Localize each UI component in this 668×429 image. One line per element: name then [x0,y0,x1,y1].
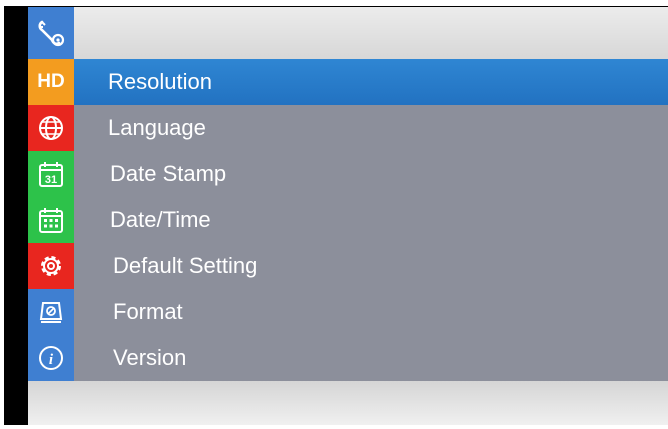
calendar-grid-icon [28,197,74,243]
gear-icon [28,243,74,289]
info-icon-text: i [49,352,54,368]
wrench-gear-icon [28,7,74,59]
calendar-31-text: 31 [45,174,57,186]
settings-footer [28,381,668,425]
menu-item-resolution[interactable]: HD Resolution [28,59,668,105]
menu-item-label: Date Stamp [110,161,227,186]
settings-screen: HD Resolution Language 31 Date Stamp Dat… [4,6,668,425]
hd-icon: HD [28,59,74,105]
menu-item-version[interactable]: i Version [28,335,668,381]
menu-item-label: Version [113,345,187,370]
settings-header [28,7,668,59]
menu-item-label: Resolution [108,69,212,94]
menu-item-label: Language [108,115,206,140]
hd-icon-text: HD [37,71,65,92]
menu-item-date-stamp[interactable]: 31 Date Stamp [28,151,668,197]
menu-item-format[interactable]: Format [28,289,668,335]
menu-item-language[interactable]: Language [28,105,668,151]
info-icon: i [28,335,74,381]
format-disk-icon [28,289,74,335]
globe-icon [28,105,74,151]
menu-item-default-setting[interactable]: Default Setting [28,243,668,289]
calendar-31-icon: 31 [28,151,74,197]
menu-item-label: Default Setting [113,253,258,278]
menu-item-date-time[interactable]: Date/Time [28,197,668,243]
menu-item-label: Date/Time [110,207,211,232]
menu-item-label: Format [113,299,183,324]
settings-menu: HD Resolution Language 31 Date Stamp Dat… [28,59,668,381]
